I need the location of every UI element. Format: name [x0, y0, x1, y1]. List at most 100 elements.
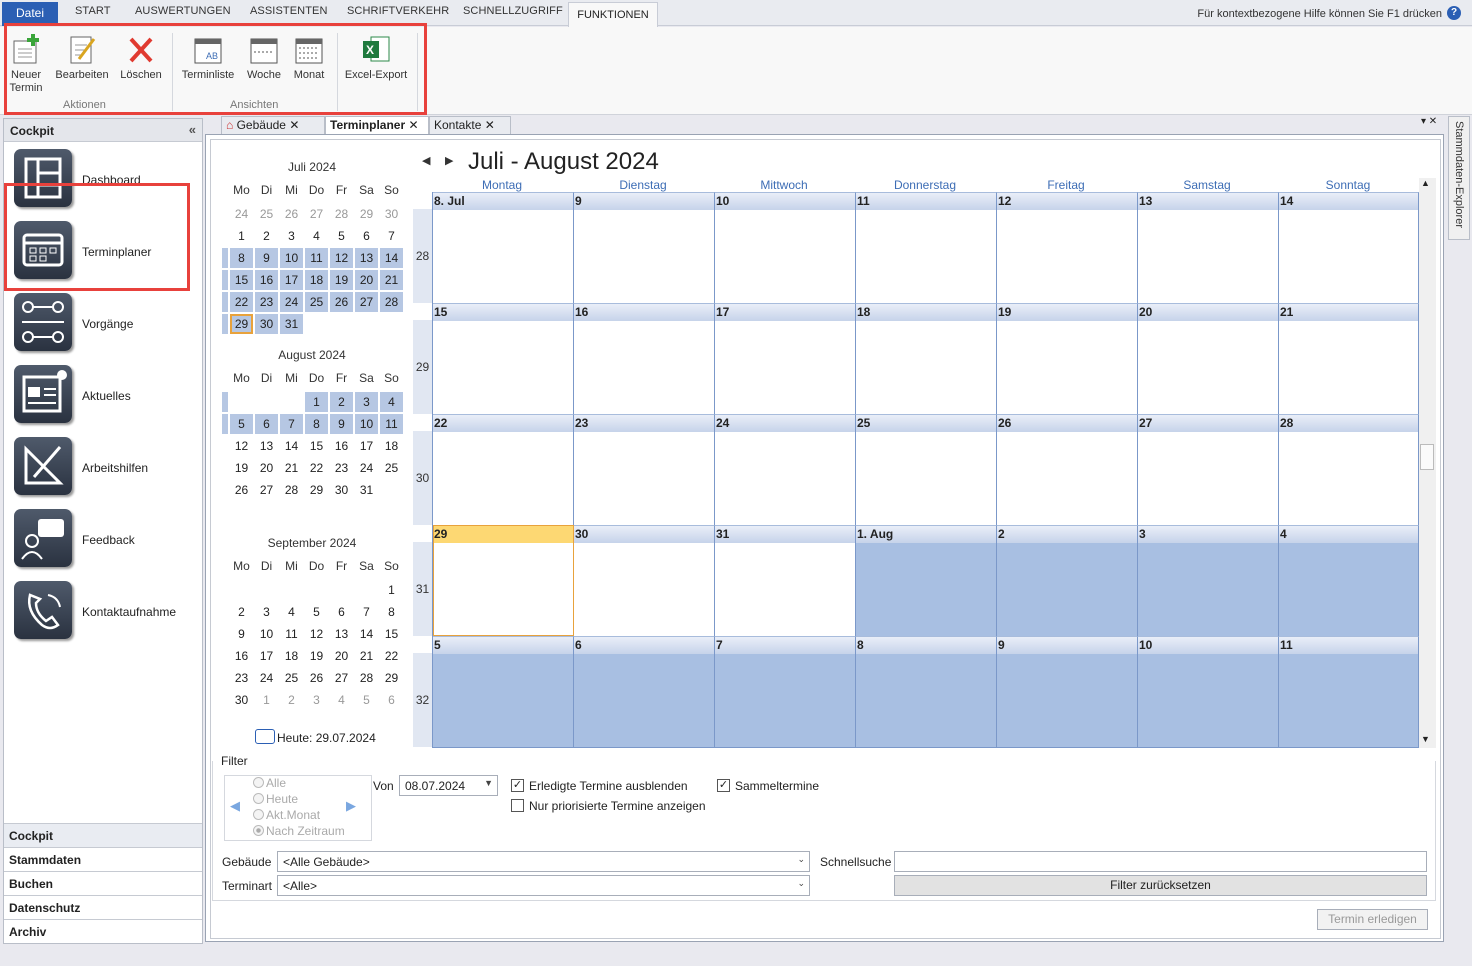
- sidebar-bottom-archiv[interactable]: Archiv: [4, 919, 202, 943]
- mini-day[interactable]: 20: [255, 458, 278, 478]
- prev-period-icon[interactable]: ◀: [230, 798, 240, 814]
- day-cell[interactable]: 18: [856, 303, 997, 414]
- mini-day[interactable]: 1: [380, 580, 403, 600]
- mini-day[interactable]: 19: [305, 646, 328, 666]
- day-cell[interactable]: 4: [1279, 525, 1419, 636]
- mini-day[interactable]: 2: [330, 392, 353, 412]
- day-cell[interactable]: 9: [574, 192, 715, 303]
- mini-day[interactable]: 19: [230, 458, 253, 478]
- mini-day[interactable]: 6: [355, 226, 378, 246]
- mini-day[interactable]: 23: [255, 292, 278, 312]
- mini-day[interactable]: 2: [230, 602, 253, 622]
- mini-day[interactable]: 14: [380, 248, 403, 268]
- mini-day[interactable]: 15: [230, 270, 253, 290]
- mini-day[interactable]: 9: [230, 624, 253, 644]
- mini-day[interactable]: 19: [330, 270, 353, 290]
- mini-day[interactable]: 1: [230, 226, 253, 246]
- mini-day[interactable]: 25: [380, 458, 403, 478]
- day-cell[interactable]: 9: [997, 636, 1138, 747]
- mini-day[interactable]: 29: [380, 668, 403, 688]
- calendar-scrollbar[interactable]: ▲ ▼: [1419, 178, 1436, 748]
- mini-day[interactable]: 22: [380, 646, 403, 666]
- day-cell[interactable]: 26: [997, 414, 1138, 525]
- mini-day[interactable]: 16: [255, 270, 278, 290]
- mini-day[interactable]: 17: [280, 270, 303, 290]
- mini-day[interactable]: 17: [355, 436, 378, 456]
- mini-day[interactable]: 18: [380, 436, 403, 456]
- mini-day[interactable]: 3: [255, 602, 278, 622]
- mini-day[interactable]: 9: [255, 248, 278, 268]
- mini-day[interactable]: 1: [305, 392, 328, 412]
- mini-day[interactable]: 8: [230, 248, 253, 268]
- mini-day[interactable]: 25: [255, 204, 278, 224]
- close-icon[interactable]: ✕: [408, 118, 418, 132]
- sidebar-bottom-cockpit[interactable]: Cockpit: [4, 823, 202, 847]
- mini-day[interactable]: 29: [355, 204, 378, 224]
- day-cell[interactable]: 28: [1279, 414, 1419, 525]
- mini-day[interactable]: 6: [380, 690, 403, 710]
- mini-day[interactable]: 2: [280, 690, 303, 710]
- doc-tab-gebaeude[interactable]: ⌂ Gebäude ✕: [221, 116, 325, 134]
- day-cell[interactable]: 24: [715, 414, 856, 525]
- mini-day[interactable]: 24: [280, 292, 303, 312]
- mini-day[interactable]: 18: [305, 270, 328, 290]
- tab-schriftverkehr[interactable]: SCHRIFTVERKEHR: [347, 5, 449, 17]
- mini-day[interactable]: 18: [280, 646, 303, 666]
- schnellsuche-input[interactable]: [894, 851, 1427, 872]
- day-cell[interactable]: 22: [433, 414, 574, 525]
- mini-day[interactable]: 10: [255, 624, 278, 644]
- mini-day[interactable]: 24: [230, 204, 253, 224]
- mini-day[interactable]: 12: [330, 248, 353, 268]
- day-cell[interactable]: 8: [856, 636, 997, 747]
- day-cell[interactable]: 25: [856, 414, 997, 525]
- day-cell[interactable]: 19: [997, 303, 1138, 414]
- today-label[interactable]: Heute: 29.07.2024: [277, 731, 376, 745]
- mini-day[interactable]: 10: [280, 248, 303, 268]
- mini-day[interactable]: 11: [380, 414, 403, 434]
- mini-day[interactable]: 23: [330, 458, 353, 478]
- sidebar-bottom-datenschutz[interactable]: Datenschutz: [4, 895, 202, 919]
- mini-day[interactable]: 21: [380, 270, 403, 290]
- mini-day[interactable]: 14: [280, 436, 303, 456]
- mini-day[interactable]: 6: [330, 602, 353, 622]
- erledigte-checkbox[interactable]: ✓: [511, 779, 524, 792]
- mini-day[interactable]: 28: [380, 292, 403, 312]
- day-cell[interactable]: 29: [433, 525, 574, 636]
- mini-day[interactable]: 31: [355, 480, 378, 500]
- mini-day[interactable]: 26: [305, 668, 328, 688]
- mini-day[interactable]: 30: [255, 314, 278, 334]
- mini-day[interactable]: 7: [280, 414, 303, 434]
- mini-day[interactable]: 3: [355, 392, 378, 412]
- mini-day[interactable]: 12: [230, 436, 253, 456]
- day-cell[interactable]: 10: [1138, 636, 1279, 747]
- day-cell[interactable]: 7: [715, 636, 856, 747]
- mini-day[interactable]: 30: [380, 204, 403, 224]
- mini-day[interactable]: 4: [305, 226, 328, 246]
- mini-day[interactable]: 22: [230, 292, 253, 312]
- mini-day[interactable]: 25: [280, 668, 303, 688]
- mini-day[interactable]: 26: [230, 480, 253, 500]
- mini-day[interactable]: 4: [380, 392, 403, 412]
- day-cell[interactable]: 8. Jul: [433, 192, 574, 303]
- mini-day[interactable]: 16: [330, 436, 353, 456]
- mini-day[interactable]: 7: [355, 602, 378, 622]
- mini-day[interactable]: 15: [305, 436, 328, 456]
- mini-day[interactable]: 4: [280, 602, 303, 622]
- sammeltermine-checkbox[interactable]: ✓: [717, 779, 730, 792]
- mini-day[interactable]: 21: [355, 646, 378, 666]
- tab-start[interactable]: START: [75, 5, 111, 17]
- mini-day[interactable]: 14: [355, 624, 378, 644]
- mini-day[interactable]: 16: [230, 646, 253, 666]
- day-cell[interactable]: 2: [997, 525, 1138, 636]
- sidebar-item-aktuelles[interactable]: Aktuelles: [4, 361, 202, 431]
- day-cell[interactable]: 21: [1279, 303, 1419, 414]
- mini-day[interactable]: 5: [330, 226, 353, 246]
- day-cell[interactable]: 23: [574, 414, 715, 525]
- collapse-icon[interactable]: «: [189, 122, 196, 137]
- day-cell[interactable]: 16: [574, 303, 715, 414]
- prev-arrow-icon[interactable]: ◀: [422, 154, 430, 167]
- day-cell[interactable]: 14: [1279, 192, 1419, 303]
- mini-day[interactable]: 8: [305, 414, 328, 434]
- next-arrow-icon[interactable]: ▶: [445, 154, 453, 167]
- sidebar-item-feedback[interactable]: Feedback: [4, 505, 202, 575]
